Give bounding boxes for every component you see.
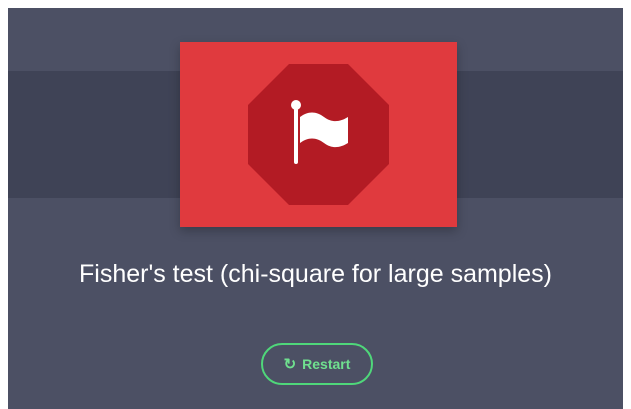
test-title: Fisher's test (chi-square for large samp… — [79, 260, 552, 288]
restart-button[interactable]: ↻ Restart — [261, 343, 373, 385]
flag-pole — [294, 108, 298, 164]
flag-icon — [248, 64, 389, 205]
result-panel: Fisher's test (chi-square for large samp… — [8, 8, 623, 409]
restart-icon: ↻ — [283, 355, 297, 373]
flag-pole-top — [291, 100, 301, 110]
restart-label: Restart — [302, 356, 351, 372]
result-banner — [180, 42, 457, 227]
